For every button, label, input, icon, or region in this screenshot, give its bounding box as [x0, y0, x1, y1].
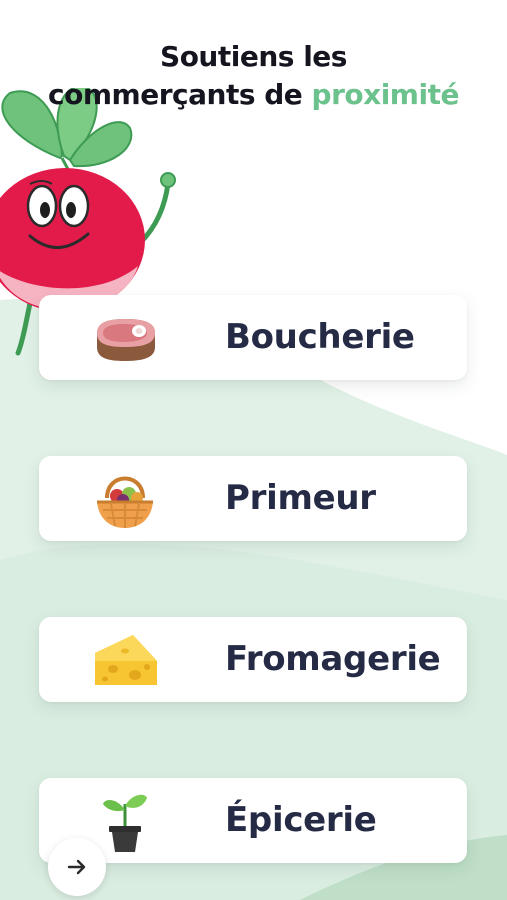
shop-card-label: Primeur — [225, 478, 376, 518]
shop-card-fromagerie[interactable]: Fromagerie — [39, 617, 467, 702]
shop-card-label: Boucherie — [225, 317, 415, 357]
shop-card-primeur[interactable]: Primeur — [39, 456, 467, 541]
shop-card-boucherie[interactable]: Boucherie — [39, 295, 467, 380]
arrow-right-icon — [67, 859, 86, 875]
page-title: Soutiens les commerçants de proximité — [0, 38, 507, 114]
shop-card-label: Fromagerie — [225, 639, 441, 679]
sprout-pot-icon — [103, 794, 147, 852]
title-line-2-prefix: commerçants de — [48, 78, 312, 111]
title-line-2: commerçants de proximité — [0, 76, 507, 114]
meat-icon — [97, 319, 155, 361]
shop-card-epicerie[interactable]: Épicerie — [39, 778, 467, 863]
fruit-basket-icon — [97, 476, 153, 528]
next-button[interactable] — [48, 838, 106, 896]
cheese-icon — [95, 635, 157, 685]
title-line-1: Soutiens les — [160, 40, 347, 73]
shop-card-label: Épicerie — [225, 800, 377, 840]
title-accent: proximité — [311, 78, 460, 111]
